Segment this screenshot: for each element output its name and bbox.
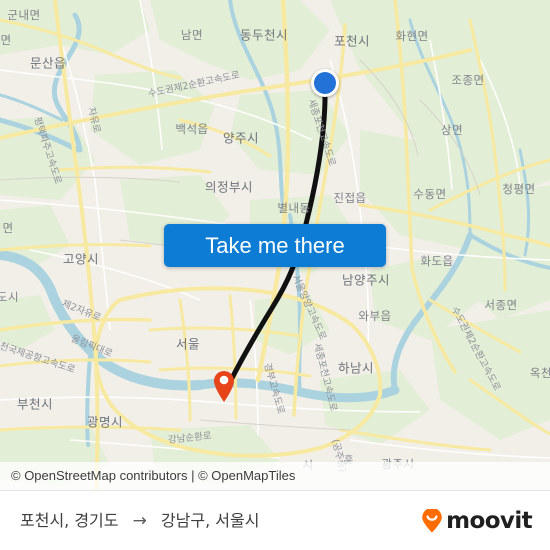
- map-attribution: © OpenStreetMap contributors | © OpenMap…: [0, 462, 550, 490]
- footer-bar: 포천시, 경기도 → 강남구, 서울시 moovit: [0, 490, 550, 550]
- route-arrow-icon: →: [132, 511, 147, 531]
- moovit-route-card: 군내면 면 남면 동두천시 포천시 화현면 조종면 문산읍 백석읍 양주시 상면 의정부시 진접읍 수동면…: [0, 0, 550, 550]
- route-destination: 강남구, 서울시: [160, 511, 260, 530]
- origin-marker[interactable]: [311, 69, 339, 97]
- moovit-logo[interactable]: moovit: [421, 491, 533, 550]
- origin-marker-dot: [314, 72, 336, 94]
- route-origin: 포천시, 경기도: [20, 511, 119, 530]
- moovit-pin-icon: [422, 509, 442, 533]
- moovit-wordmark: moovit: [446, 508, 532, 534]
- route-summary: 포천시, 경기도 → 강남구, 서울시: [20, 491, 259, 550]
- take-me-there-button[interactable]: Take me there: [164, 224, 386, 267]
- map-canvas[interactable]: 군내면 면 남면 동두천시 포천시 화현면 조종면 문산읍 백석읍 양주시 상면 의정부시 진접읍 수동면…: [0, 0, 550, 490]
